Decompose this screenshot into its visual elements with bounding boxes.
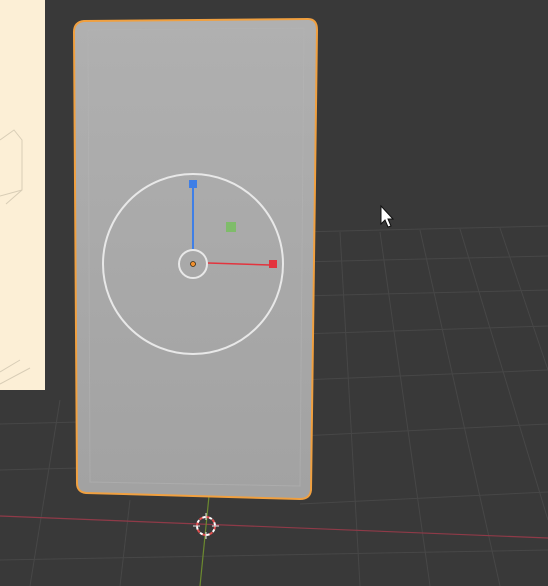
selected-object[interactable] [72, 17, 319, 501]
x-axis-handle[interactable] [269, 260, 277, 268]
xz-plane-handle[interactable] [226, 222, 236, 232]
object-origin-point [190, 261, 196, 267]
reference-image-panel[interactable] [0, 0, 45, 390]
3d-viewport[interactable] [0, 0, 548, 586]
viewport-canvas[interactable] [0, 0, 548, 586]
z-axis-handle[interactable] [189, 180, 197, 188]
